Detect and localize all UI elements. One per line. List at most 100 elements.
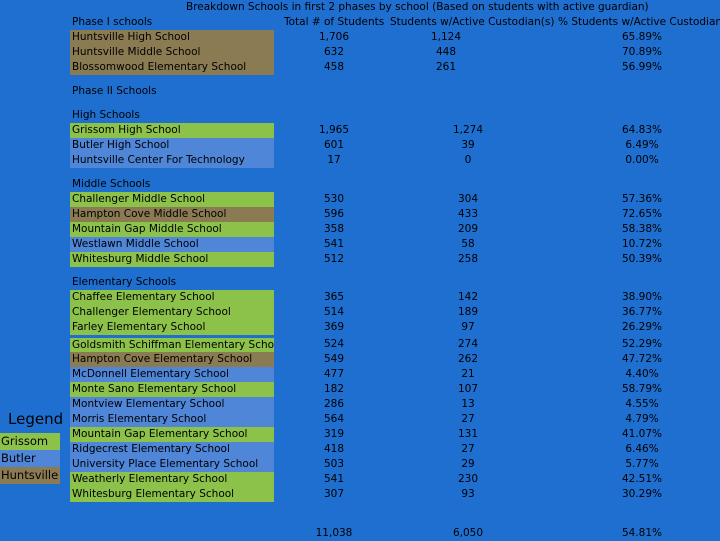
active-students: 13 — [461, 398, 475, 410]
school-name: Challenger Elementary School — [70, 305, 274, 320]
total-students: 358 — [323, 223, 345, 235]
active-percent: 56.99% — [621, 61, 663, 73]
active-percent: 65.89% — [621, 31, 663, 43]
active-percent: 58.79% — [621, 383, 663, 395]
active-percent: 0.00% — [625, 154, 659, 166]
total-students-sum: 11,038 — [315, 527, 353, 539]
active-percent: 10.72% — [621, 238, 663, 250]
total-students: 477 — [323, 368, 345, 380]
active-students: 27 — [461, 443, 475, 455]
active-percent: 6.49% — [625, 139, 659, 151]
active-percent: 4.55% — [625, 398, 659, 410]
total-students: 286 — [323, 398, 345, 410]
active-percent: 41.07% — [621, 428, 663, 440]
total-students: 418 — [323, 443, 345, 455]
active-students: 39 — [461, 139, 475, 151]
active-percent: 5.77% — [625, 458, 659, 470]
total-students: 307 — [323, 488, 345, 500]
active-students: 258 — [457, 253, 479, 265]
report-title: Breakdown Schools in first 2 phases by s… — [186, 1, 649, 13]
school-name: Mountain Gap Elementary School — [70, 427, 274, 442]
total-students: 369 — [323, 321, 345, 333]
active-students: 433 — [457, 208, 479, 220]
active-students: 97 — [461, 321, 475, 333]
school-name: Huntsville Middle School — [70, 45, 274, 60]
active-percent: 57.36% — [621, 193, 663, 205]
active-students: 262 — [457, 353, 479, 365]
school-name: Morris Elementary School — [70, 412, 274, 427]
school-name: University Place Elementary School — [70, 457, 274, 472]
school-name: Hampton Cove Elementary School — [70, 352, 274, 367]
active-students: 93 — [461, 488, 475, 500]
active-students: 261 — [435, 61, 457, 73]
active-students: 27 — [461, 413, 475, 425]
header-total: Total # of Students — [284, 16, 385, 28]
school-name: Montview Elementary School — [70, 397, 274, 412]
total-students: 512 — [323, 253, 345, 265]
active-students: 209 — [457, 223, 479, 235]
legend-item-grissom: Grissom — [0, 433, 60, 450]
school-name: Goldsmith Schiffman Elementary School — [70, 338, 274, 353]
total-students: 541 — [323, 238, 345, 250]
total-students: 596 — [323, 208, 345, 220]
total-students: 530 — [323, 193, 345, 205]
middle-schools-label: Middle Schools — [72, 178, 151, 190]
total-students: 514 — [323, 306, 345, 318]
active-students: 304 — [457, 193, 479, 205]
total-students: 564 — [323, 413, 345, 425]
active-percent: 4.40% — [625, 368, 659, 380]
total-students: 1,965 — [318, 124, 350, 136]
high-schools-label: High Schools — [72, 109, 140, 121]
school-name: Monte Sano Elementary School — [70, 382, 274, 397]
active-percent: 72.65% — [621, 208, 663, 220]
header-pct: % Students w/Active Custodian(s) — [558, 16, 720, 28]
school-name: Ridgecrest Elementary School — [70, 442, 274, 457]
active-students: 1,124 — [430, 31, 462, 43]
active-students-sum: 6,050 — [452, 527, 484, 539]
total-students: 632 — [323, 46, 345, 58]
legend-title: Legend — [8, 410, 64, 428]
school-name: Blossomwood Elementary School — [70, 60, 274, 75]
active-students: 448 — [435, 46, 457, 58]
total-students: 524 — [323, 338, 345, 350]
total-students: 549 — [323, 353, 345, 365]
school-name: Whitesburg Middle School — [70, 252, 274, 267]
total-students: 458 — [323, 61, 345, 73]
active-students: 142 — [457, 291, 479, 303]
school-name: Mountain Gap Middle School — [70, 222, 274, 237]
active-students: 230 — [457, 473, 479, 485]
school-name: Huntsville Center For Technology — [70, 153, 274, 168]
total-students: 601 — [323, 139, 345, 151]
active-percent: 50.39% — [621, 253, 663, 265]
active-percent: 47.72% — [621, 353, 663, 365]
total-students: 503 — [323, 458, 345, 470]
active-percent: 36.77% — [621, 306, 663, 318]
total-students: 1,706 — [318, 31, 350, 43]
active-percent: 58.38% — [621, 223, 663, 235]
school-name: Chaffee Elementary School — [70, 290, 274, 305]
active-students: 58 — [461, 238, 475, 250]
active-percent: 70.89% — [621, 46, 663, 58]
school-name: Westlawn Middle School — [70, 237, 274, 252]
school-name: Weatherly Elementary School — [70, 472, 274, 487]
school-name: Challenger Middle School — [70, 192, 274, 207]
phase2-label: Phase II Schools — [72, 85, 157, 97]
active-students: 29 — [461, 458, 475, 470]
total-students: 182 — [323, 383, 345, 395]
active-students: 131 — [457, 428, 479, 440]
legend-item-butler: Butler — [0, 450, 60, 467]
active-percent: 30.29% — [621, 488, 663, 500]
total-students: 541 — [323, 473, 345, 485]
active-percent: 38.90% — [621, 291, 663, 303]
active-percent: 26.29% — [621, 321, 663, 333]
active-percent: 4.79% — [625, 413, 659, 425]
school-name: Grissom High School — [70, 123, 274, 138]
total-students: 365 — [323, 291, 345, 303]
school-name: Butler High School — [70, 138, 274, 153]
active-percent-total: 54.81% — [621, 527, 663, 539]
active-students: 21 — [461, 368, 475, 380]
school-name: McDonnell Elementary School — [70, 367, 274, 382]
school-name: Whitesburg Elementary School — [70, 487, 274, 502]
active-students: 274 — [457, 338, 479, 350]
total-students: 17 — [327, 154, 341, 166]
